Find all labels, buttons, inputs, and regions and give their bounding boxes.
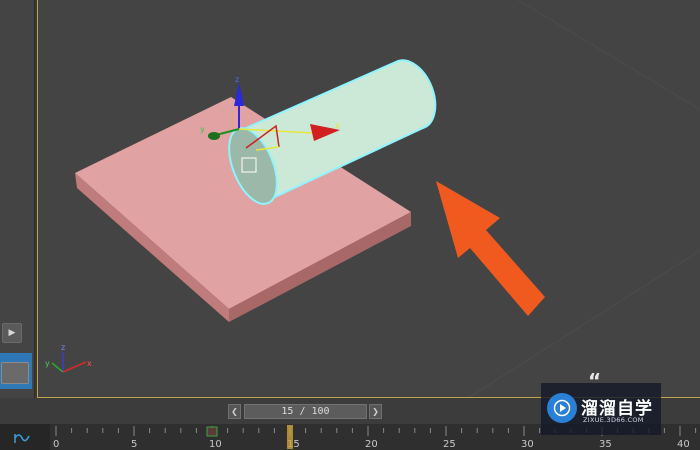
play-logo-icon: [547, 393, 577, 423]
active-panel-tab[interactable]: [0, 353, 32, 389]
gizmo-label-z: z: [235, 75, 239, 84]
next-frame-button[interactable]: ❯: [369, 404, 382, 419]
grid-line: [517, 0, 700, 110]
gizmo-label-x: x: [335, 121, 340, 130]
tripod-axis-y: [51, 362, 64, 373]
chevron-right-icon: ❯: [372, 407, 379, 416]
tripod-label-x: x: [87, 359, 92, 368]
watermark-badge: 溜溜自学 ZIXUE.3D66.COM: [541, 383, 661, 435]
ruler-label: 40: [677, 439, 690, 450]
ruler-label: 0: [53, 439, 59, 450]
expand-panel-button[interactable]: ▶: [2, 323, 22, 343]
gizmo-label-y: y: [200, 125, 205, 134]
scene-canvas: z y x z y x: [45, 0, 700, 397]
tripod-label-z: z: [61, 343, 65, 352]
tripod-axis-x: [62, 361, 87, 373]
ruler-label: 25: [443, 439, 456, 450]
curve-icon: [14, 434, 30, 443]
frame-counter-slider[interactable]: 15 / 100: [244, 404, 367, 419]
gizmo-z-cone: [234, 82, 244, 106]
chevron-left-icon: ❮: [231, 407, 238, 416]
keyframe-marker[interactable]: [206, 426, 218, 437]
perspective-viewport[interactable]: z y x z y x: [37, 0, 700, 398]
playhead[interactable]: [287, 425, 293, 449]
command-panel-strip: ▶: [0, 0, 35, 398]
view-axis-tripod: z y x: [45, 343, 92, 373]
panel-tab-button[interactable]: [1, 362, 29, 384]
tripod-label-y: y: [45, 359, 50, 368]
triangle-right-icon: ▶: [8, 328, 16, 338]
ruler-label: 5: [131, 439, 137, 450]
arrow-annotation-icon: [436, 181, 545, 316]
watermark-url: ZIXUE.3D66.COM: [583, 416, 644, 424]
ruler-label: 30: [521, 439, 534, 450]
ruler-label: 35: [599, 439, 612, 450]
track-mode-button[interactable]: [0, 424, 50, 450]
ruler-label: 20: [365, 439, 378, 450]
gizmo-y-cone: [208, 132, 220, 140]
prev-frame-button[interactable]: ❮: [228, 404, 241, 419]
ruler-label: 10: [209, 439, 222, 450]
